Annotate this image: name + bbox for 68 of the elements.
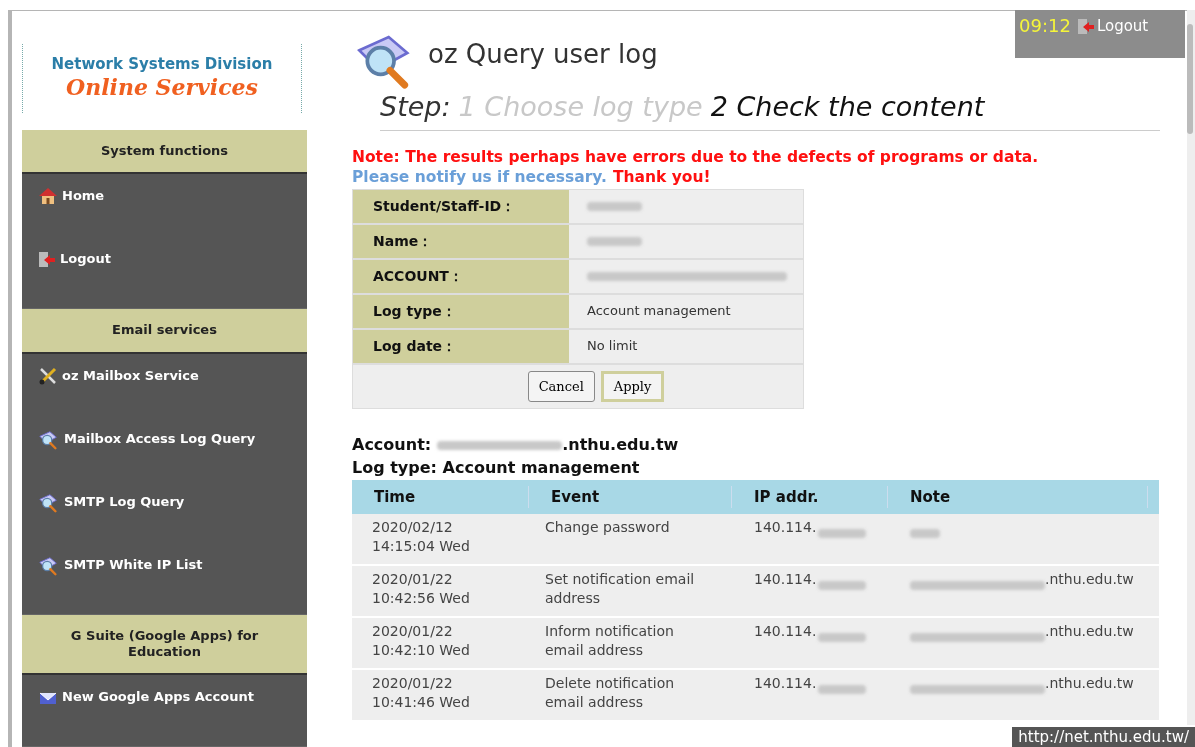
redacted-text: [587, 236, 642, 246]
clock-text: 09:12: [1019, 14, 1071, 38]
sidebar-item[interactable]: Logout: [22, 237, 307, 301]
redacted-text: [818, 632, 867, 642]
time-cell-text: 14:15:04 Wed: [372, 537, 471, 556]
date-cell-text: 2020/01/22: [372, 622, 454, 641]
ip-cell: 140.114.: [754, 518, 817, 537]
ip-cell: 140.114.: [754, 570, 817, 589]
field-label: ACCOUNT：: [353, 259, 569, 293]
sidebar-item[interactable]: Mailbox Access Log Query: [22, 416, 307, 480]
sidebar-item[interactable]: SMTP Log Query: [22, 479, 307, 543]
time-cell-text: 10:42:56 Wed: [372, 589, 471, 608]
account-domain: .nthu.edu.tw: [562, 434, 679, 456]
logo-subtitle: Network Systems Division: [51, 55, 273, 75]
step-label: Step:: [380, 90, 451, 124]
event-cell-text: Change password: [545, 518, 671, 537]
redacted-text: [818, 528, 867, 538]
section-header: Email services: [22, 309, 307, 354]
date-cell-text: 2020/01/22: [372, 674, 454, 693]
form-button[interactable]: Cancel: [527, 370, 595, 402]
account-label: Account:: [352, 434, 432, 456]
column-header: Note: [888, 485, 1148, 509]
form-button[interactable]: Apply: [600, 370, 665, 402]
log-type-text: Log type: Account management: [352, 457, 641, 479]
event-cell-text: Set notification email address: [545, 570, 696, 608]
date-cell-text: 2020/01/22: [372, 570, 454, 589]
time-cell-text: 10:41:46 Wed: [372, 693, 471, 712]
door-exit-icon: [1076, 16, 1095, 36]
note-cell: .nthu.edu.tw: [1045, 570, 1134, 589]
date-cell-text: 2020/02/12: [372, 518, 454, 537]
redacted-text: [818, 684, 867, 694]
tools-icon: [38, 365, 58, 386]
note-cell: .nthu.edu.tw: [1045, 622, 1134, 641]
section-header: G Suite (Google Apps) for Education: [22, 614, 307, 675]
field-label: Log type：: [353, 294, 569, 328]
field-label: Name：: [353, 224, 569, 258]
field-value: No limit: [587, 337, 638, 356]
redacted-text: [587, 201, 642, 211]
field-label: Student/Staff-ID：: [353, 189, 569, 223]
column-header: Time: [352, 485, 529, 509]
ip-cell: 140.114.: [754, 674, 817, 693]
event-cell-text: Inform notification email address: [545, 622, 675, 660]
redacted-text: [910, 528, 940, 538]
door-exit-icon: [38, 249, 56, 270]
sidebar-item[interactable]: SMTP White IP List: [22, 542, 307, 606]
note-cell: .nthu.edu.tw: [1045, 674, 1134, 693]
step-indicator: 2 Check the content: [710, 90, 985, 124]
house-icon: [38, 186, 58, 207]
thanks-text: Thank you!: [612, 166, 711, 187]
sidebar-item[interactable]: oz Mailbox Service: [22, 353, 307, 417]
sidebar-item[interactable]: Home: [22, 174, 307, 238]
notify-text: Please notify us if necessary.: [352, 166, 607, 187]
page-title: oz Query user log: [428, 37, 658, 71]
time-cell-text: 10:42:10 Wed: [372, 641, 471, 660]
envelope-magnifier-icon: [38, 491, 60, 514]
column-header: Event: [529, 485, 732, 509]
column-header: IP addr.: [732, 485, 888, 509]
field-label: Log date：: [353, 329, 569, 363]
warning-note: Note: The results perhaps have errors due to the defects of programs or data.: [352, 146, 1040, 167]
envelope-magnifier-icon: [38, 428, 60, 451]
event-cell-text: Delete notification email address: [545, 674, 676, 712]
envelope-magnifier-icon: [38, 554, 60, 577]
logo-title: Online Services: [66, 74, 258, 102]
field-value: Account management: [587, 302, 731, 321]
redacted-text: [818, 580, 867, 590]
section-header: System functions: [22, 130, 307, 175]
status-url: http://net.nthu.edu.tw/: [1012, 727, 1195, 747]
ip-cell: 140.114.: [754, 622, 817, 641]
